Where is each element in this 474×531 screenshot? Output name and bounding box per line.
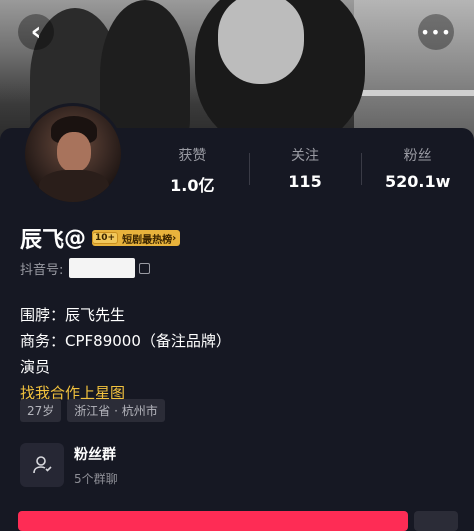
avatar[interactable] xyxy=(22,103,124,205)
stat-label: 获赞 xyxy=(178,148,207,164)
stat-value: 115 xyxy=(288,172,322,191)
douyin-id-redacted xyxy=(69,258,136,278)
bio-line: 演员 xyxy=(20,358,51,376)
copy-icon[interactable] xyxy=(139,262,151,274)
more-dots-icon: ••• xyxy=(420,22,452,42)
bio-line: 围脖：辰飞先生 xyxy=(20,306,126,324)
stat-value: 520.1w xyxy=(384,172,451,191)
stat-value: 1.0亿 xyxy=(170,176,215,195)
rank-badge[interactable]: 10+ 短剧最热榜 › xyxy=(92,230,181,246)
back-button[interactable]: ‹ xyxy=(18,14,54,50)
profile-name-row: 辰飞 @ 10+ 短剧最热榜 › xyxy=(20,222,181,254)
group-chat-icon xyxy=(20,443,64,487)
location-tag: 浙江省 · 杭州市 xyxy=(67,399,165,422)
stat-label: 粉丝 xyxy=(403,148,432,164)
douyin-id-row: 抖音号: xyxy=(20,258,151,278)
profile-bio: 围脖：辰飞先生 商务：CPF89000（备注品牌） 演员 找我合作上星图 xyxy=(20,302,231,406)
douyin-id-label: 抖音号: xyxy=(20,262,64,278)
chevron-right-icon: › xyxy=(172,232,177,244)
more-actions-button[interactable] xyxy=(414,511,458,531)
fan-group-title: 粉丝群 xyxy=(74,446,116,463)
fan-group-entry[interactable]: 粉丝群 5个群聊 xyxy=(20,443,118,487)
chevron-left-icon: ‹ xyxy=(30,17,42,47)
profile-stats: 获赞 1.0亿 关注 115 粉丝 520.1w xyxy=(136,145,474,195)
more-button[interactable]: ••• xyxy=(418,14,454,50)
profile-tags: 27岁 浙江省 · 杭州市 xyxy=(20,399,165,422)
stat-label: 关注 xyxy=(291,148,319,164)
follow-button[interactable] xyxy=(18,511,408,531)
stat-following[interactable]: 关注 115 xyxy=(248,145,362,193)
at-symbol: @ xyxy=(64,225,87,251)
fan-group-subtitle: 5个群聊 xyxy=(74,471,118,486)
profile-name: 辰飞 xyxy=(20,228,65,253)
stat-followers[interactable]: 粉丝 520.1w xyxy=(361,145,474,193)
stat-likes[interactable]: 获赞 1.0亿 xyxy=(136,145,249,195)
rank-badge-number: 10+ xyxy=(92,232,119,244)
age-tag: 27岁 xyxy=(20,399,62,422)
rank-badge-text: 短剧最热榜 xyxy=(122,234,173,246)
bio-line: 商务：CPF89000（备注品牌） xyxy=(20,332,231,350)
